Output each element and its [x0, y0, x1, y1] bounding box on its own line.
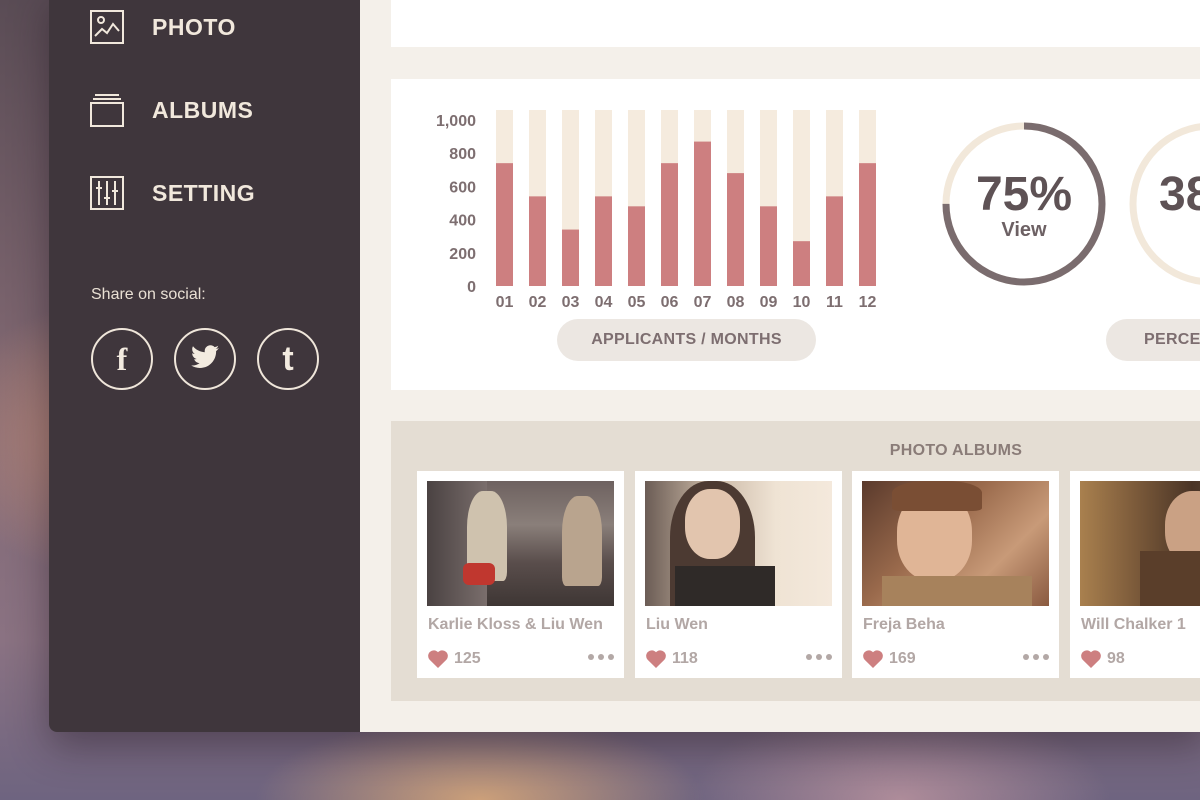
x-tick-label: 07 — [694, 294, 712, 311]
sidebar-item-label: PHOTO — [152, 13, 236, 40]
album-photo[interactable] — [645, 481, 832, 606]
x-tick-label: 05 — [628, 294, 646, 311]
album-card[interactable]: Liu Wen 118 — [635, 471, 842, 678]
album-card[interactable]: Freja Beha 169 — [852, 471, 1059, 678]
y-tick-label: 1,000 — [436, 113, 476, 130]
settings-sliders-icon — [90, 176, 124, 210]
photo-albums-panel: PHOTO ALBUMS Karlie Kloss & Liu Wen 125 — [391, 421, 1200, 701]
bar[interactable] — [760, 206, 777, 286]
sidebar: PHOTO ALBUMS SETTING Share on social: f … — [49, 0, 360, 732]
x-tick-label: 03 — [562, 294, 580, 311]
bar[interactable] — [496, 163, 513, 286]
sidebar-item-photo[interactable]: PHOTO — [90, 10, 236, 44]
stats-card: 1,000 800 600 400 200 0 01 02 03 04 05 06 07 08 09 10 11… — [391, 79, 1200, 390]
bar[interactable] — [529, 196, 546, 286]
twitter-button[interactable] — [174, 328, 236, 390]
tumblr-icon: t — [282, 339, 294, 378]
x-tick-label: 12 — [859, 294, 877, 311]
heart-icon — [646, 650, 666, 668]
album-name: Freja Beha — [863, 616, 945, 633]
album-name: Karlie Kloss & Liu Wen — [428, 616, 603, 633]
heart-icon — [428, 650, 448, 668]
second-ring-value: 38 — [1159, 168, 1200, 221]
bar[interactable] — [628, 206, 645, 286]
album-photo[interactable] — [862, 481, 1049, 606]
x-tick-label: 08 — [727, 294, 745, 311]
album-photo[interactable] — [427, 481, 614, 606]
photo-albums-title: PHOTO ALBUMS — [889, 442, 1023, 459]
percent-button-label: PERCE — [1144, 331, 1200, 348]
album-name: Will Chalker 1 — [1081, 616, 1186, 633]
albums-icon — [90, 93, 124, 127]
x-tick-label: 11 — [826, 294, 843, 311]
album-like-count: 169 — [889, 650, 916, 667]
album-likes[interactable]: 118 — [645, 649, 698, 669]
album-likes[interactable]: 169 — [862, 649, 916, 669]
facebook-button[interactable]: f — [91, 328, 153, 390]
album-like-count: 98 — [1107, 650, 1125, 667]
album-card[interactable]: Karlie Kloss & Liu Wen 125 — [417, 471, 624, 678]
app-window: PHOTO ALBUMS SETTING Share on social: f … — [49, 0, 1200, 732]
x-tick-label: 06 — [661, 294, 679, 311]
album-photo[interactable] — [1080, 481, 1200, 606]
facebook-icon: f — [116, 340, 128, 377]
album-likes[interactable]: 125 — [427, 649, 481, 669]
x-tick-label: 01 — [496, 294, 514, 311]
sidebar-item-albums[interactable]: ALBUMS — [90, 93, 253, 127]
y-tick-label: 600 — [449, 179, 476, 196]
bar[interactable] — [793, 241, 810, 286]
percent-button[interactable]: PERCE — [1106, 319, 1200, 361]
y-tick-label: 200 — [449, 246, 476, 263]
photo-icon — [90, 10, 124, 44]
bar[interactable] — [562, 229, 579, 286]
tumblr-button[interactable]: t — [257, 328, 319, 390]
sidebar-item-label: ALBUMS — [152, 96, 254, 123]
more-options-icon[interactable] — [1023, 654, 1049, 660]
x-tick-label: 04 — [595, 294, 613, 311]
x-tick-label: 09 — [760, 294, 778, 311]
x-tick-label: 10 — [793, 294, 811, 311]
applicants-bar-chart: 1,000 800 600 400 200 0 01 02 03 04 05 06 07 08 09 10 11… — [436, 110, 877, 311]
album-card[interactable]: Will Chalker 1 98 — [1070, 471, 1200, 678]
bar[interactable] — [661, 163, 678, 286]
heart-icon — [1081, 650, 1101, 668]
share-label: Share on social: — [91, 286, 206, 303]
heart-icon — [863, 650, 883, 668]
bar[interactable] — [727, 173, 744, 286]
view-ring-value: 75% — [975, 168, 1073, 221]
x-tick-label: 02 — [529, 294, 547, 311]
bar[interactable] — [595, 196, 612, 286]
album-like-count: 125 — [454, 650, 481, 667]
sidebar-item-setting[interactable]: SETTING — [90, 176, 255, 210]
applicants-months-button[interactable]: APPLICANTS / MONTHS — [557, 319, 816, 361]
bar[interactable] — [859, 163, 876, 286]
y-tick-label: 800 — [449, 146, 476, 163]
y-tick-label: 400 — [449, 213, 476, 230]
bar[interactable] — [826, 196, 843, 286]
more-options-icon[interactable] — [588, 654, 614, 660]
y-tick-label: 0 — [467, 279, 476, 296]
sidebar-item-label: SETTING — [152, 179, 256, 206]
bar[interactable] — [694, 141, 711, 286]
main-content: 1,000 800 600 400 200 0 01 02 03 04 05 06 07 08 09 10 11… — [360, 0, 1200, 732]
album-likes[interactable]: 98 — [1080, 649, 1125, 669]
view-ring-label: View — [1001, 219, 1047, 241]
applicants-months-label: APPLICANTS / MONTHS — [591, 331, 782, 348]
twitter-icon — [190, 344, 220, 374]
album-like-count: 118 — [672, 650, 698, 667]
album-name: Liu Wen — [646, 616, 708, 633]
more-options-icon[interactable] — [806, 654, 832, 660]
top-card — [391, 0, 1200, 47]
